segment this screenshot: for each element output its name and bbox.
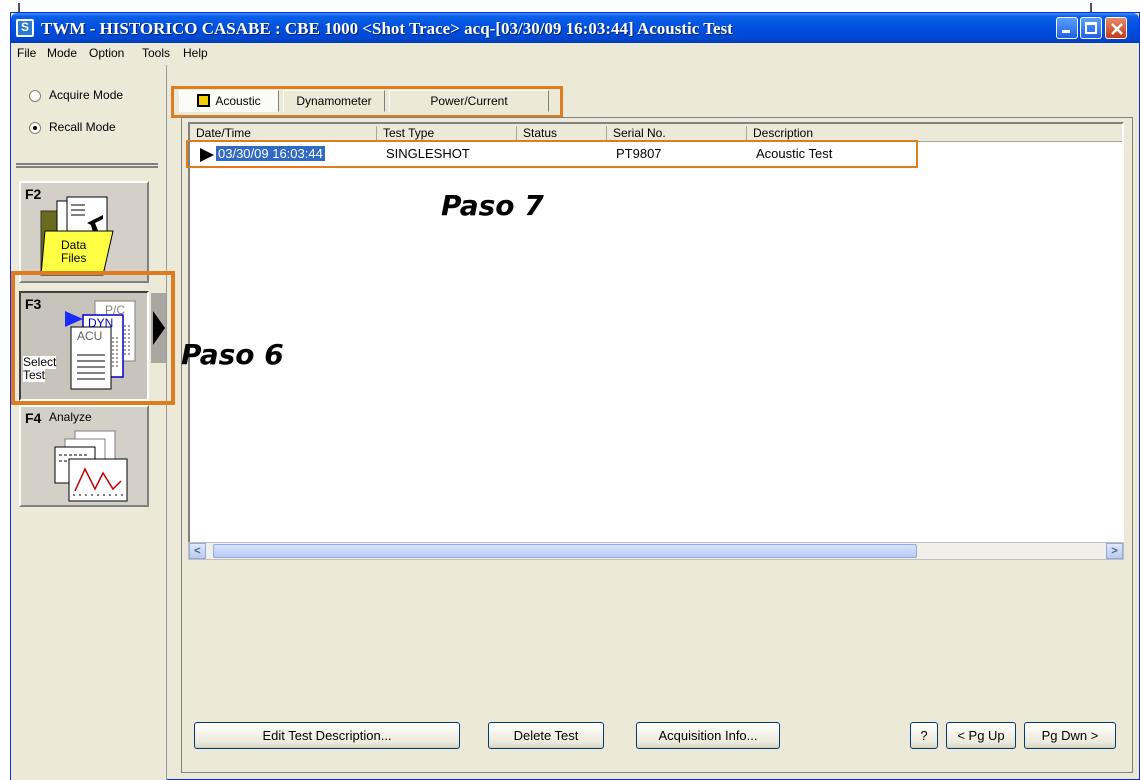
menu-file[interactable]: File [17,46,36,60]
tests-list[interactable]: Date/Time Test Type Status Serial No. De… [186,122,1124,554]
menu-tools[interactable]: Tools [142,46,170,60]
horizontal-scrollbar[interactable]: < > [188,542,1124,560]
page-down-button[interactable]: Pg Dwn > [1024,722,1116,749]
menu-help[interactable]: Help [183,46,208,60]
minimize-button[interactable] [1056,17,1078,39]
tab-acoustic[interactable]: Acoustic [179,90,279,112]
close-button[interactable] [1105,17,1127,39]
menu-mode[interactable]: Mode [47,46,77,60]
radio-button-selected[interactable] [29,122,41,134]
menu-option[interactable]: Option [89,46,124,60]
tab-power-current[interactable]: Power/Current [389,90,549,112]
title-bar[interactable]: S TWM - HISTORICO CASABE : CBE 1000 <Sho… [11,13,1139,43]
acquire-mode-label: Acquire Mode [49,88,124,102]
f4-analyze-button[interactable]: F4 Analyze [19,405,149,507]
analyze-icon [54,430,128,502]
maximize-button[interactable] [1080,17,1102,39]
tab-dynamometer-label: Dynamometer [296,94,372,108]
window-title: TWM - HISTORICO CASABE : CBE 1000 <Shot … [41,19,733,38]
delete-test-button[interactable]: Delete Test [488,722,604,749]
paso7-row-highlight-box [186,140,918,168]
f2-data-files-button[interactable]: F2 Data Files [19,181,149,283]
separator [16,163,158,168]
help-button[interactable]: ? [910,722,938,749]
paso6-annotation: Paso 6 [181,338,284,371]
acquisition-info-button[interactable]: Acquisition Info... [636,722,780,749]
tab-dynamometer[interactable]: Dynamometer [283,90,385,112]
expand-arrow-icon[interactable] [151,293,166,363]
f2-label-line2: Files [61,251,87,265]
close-icon [1111,23,1123,35]
menu-bar: File Mode Option Tools Help [11,43,1139,63]
scroll-right-icon[interactable]: > [1106,543,1123,559]
data-files-icon [40,196,114,276]
tab-acoustic-label: Acoustic [215,94,261,108]
paso7-annotation: Paso 7 [441,189,544,222]
recall-mode-label: Recall Mode [49,120,116,134]
f4-label: Analyze [49,410,92,424]
edit-test-description-button[interactable]: Edit Test Description... [194,722,460,749]
scroll-thumb[interactable] [213,544,917,558]
tests-panel: Date/Time Test Type Status Serial No. De… [181,117,1133,773]
acoustic-selected-icon [197,94,211,107]
app-window: S TWM - HISTORICO CASABE : CBE 1000 <Sho… [10,12,1140,780]
page-up-button[interactable]: < Pg Up [946,722,1016,749]
tab-power-current-label: Power/Current [430,94,508,108]
radio-button[interactable] [29,90,41,102]
app-icon[interactable]: S [16,19,34,37]
f4-key-label: F4 [25,410,42,426]
scroll-left-icon[interactable]: < [189,543,206,559]
left-panel: Acquire Mode Recall Mode F2 Data Files F… [11,65,167,780]
